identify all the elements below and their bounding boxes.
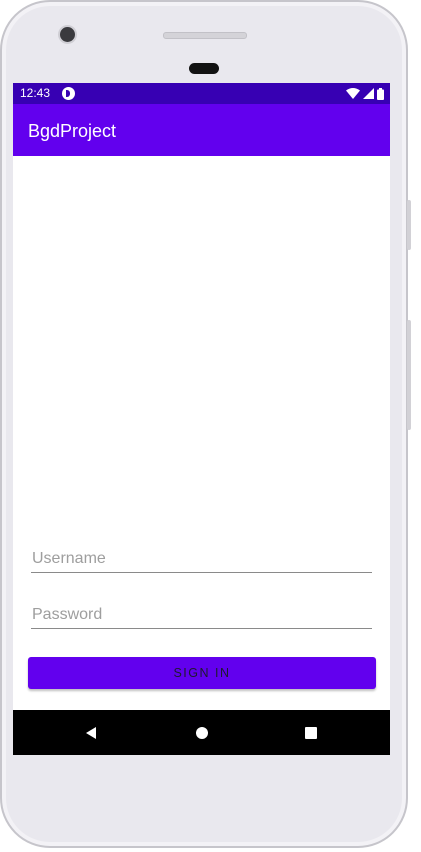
battery-icon [377, 87, 384, 100]
back-icon[interactable] [82, 724, 100, 742]
login-content: SIGN IN [13, 156, 390, 710]
navigation-bar [13, 710, 390, 755]
wifi-icon [346, 88, 360, 99]
home-icon[interactable] [193, 724, 211, 742]
app-bar: BgdProject [13, 104, 390, 156]
password-field-container [31, 604, 373, 629]
page: 12:43 BgdProject Username SIGN IN [0, 0, 421, 852]
username-field-container [31, 548, 373, 573]
proximity-sensor [189, 63, 219, 74]
status-time: 12:43 [20, 86, 51, 100]
status-bar: 12:43 [13, 83, 390, 104]
app-title: BgdProject [28, 121, 117, 141]
power-button [407, 200, 411, 250]
notification-icon [62, 87, 75, 100]
username-field[interactable] [31, 548, 373, 570]
earpiece-speaker [163, 32, 247, 39]
recents-icon[interactable] [302, 724, 320, 742]
signal-icon [363, 88, 374, 99]
volume-button [407, 320, 411, 430]
password-field[interactable] [31, 604, 373, 626]
front-camera-icon [60, 27, 75, 42]
device-screen: 12:43 BgdProject Username SIGN IN [13, 83, 390, 755]
status-icons [346, 87, 384, 100]
sign-in-button[interactable]: SIGN IN [28, 657, 376, 689]
